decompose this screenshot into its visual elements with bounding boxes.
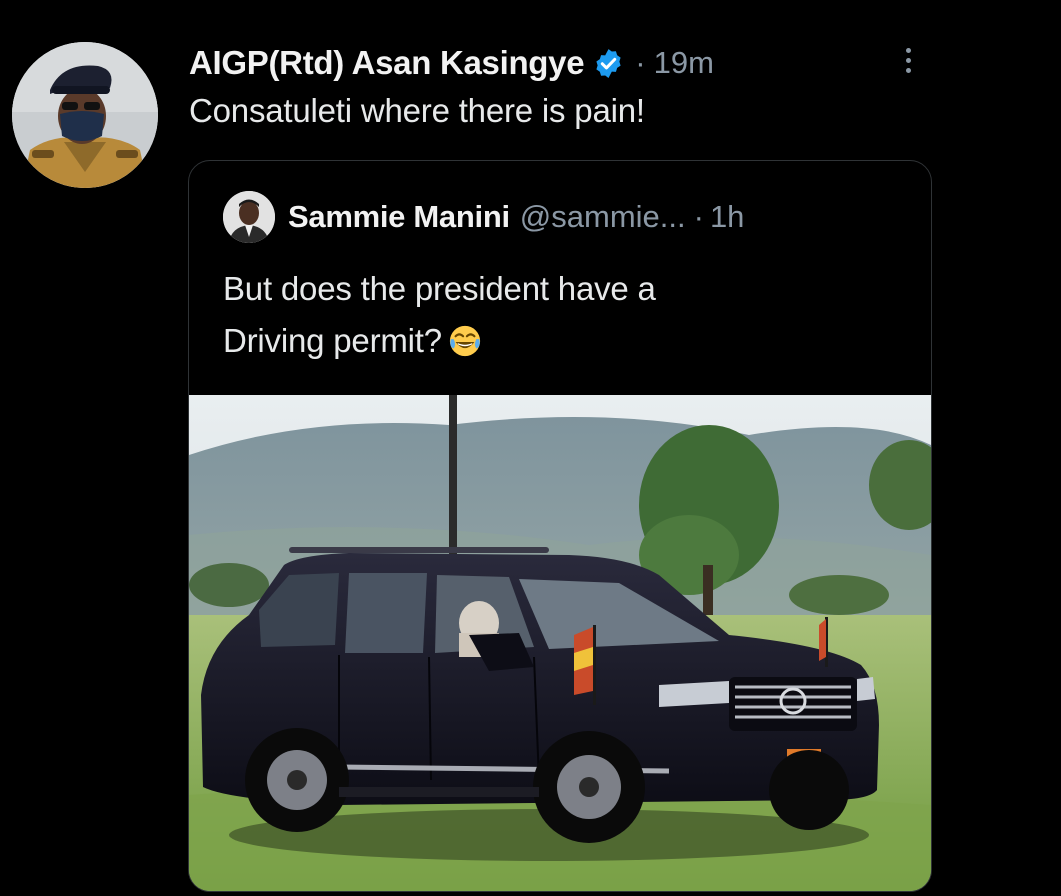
quoted-author-display-name[interactable]: Sammie Manini	[288, 199, 510, 235]
verified-badge-icon	[596, 48, 621, 78]
quoted-tweet-text-line2-text: Driving permit?	[223, 322, 442, 359]
quoted-tweet-timestamp[interactable]: 1h	[710, 199, 744, 235]
quoted-author-avatar-image	[223, 191, 275, 243]
quoted-header-separator: ·	[693, 199, 704, 234]
tweet-text: Consatuleti where there is pain!	[189, 92, 645, 129]
quoted-tweet-media[interactable]	[189, 395, 931, 891]
more-vertical-icon[interactable]	[900, 44, 916, 80]
tweet-timestamp[interactable]: 19m	[654, 45, 714, 81]
quoted-tweet-card[interactable]: Sammie Manini @sammie... · 1h But does t…	[188, 160, 932, 892]
author-display-name[interactable]: AIGP(Rtd) Asan Kasingye	[189, 44, 585, 82]
author-avatar[interactable]	[12, 42, 158, 188]
quoted-author-avatar[interactable]	[223, 191, 275, 243]
quoted-tweet-text-line2: Driving permit?	[223, 315, 903, 367]
suv-photo	[189, 395, 931, 891]
tweet[interactable]: AIGP(Rtd) Asan Kasingye · 19m Consatulet…	[0, 0, 1061, 896]
header-separator: ·	[635, 45, 646, 80]
quoted-tweet-text-line1: But does the president have a	[223, 270, 656, 307]
author-avatar-image	[12, 42, 158, 188]
tweet-header: AIGP(Rtd) Asan Kasingye · 19m	[189, 38, 714, 88]
quoted-author-handle[interactable]: @sammie...	[520, 199, 686, 235]
face-with-tears-of-joy-icon	[449, 325, 481, 357]
quoted-tweet-header: Sammie Manini @sammie... · 1h	[288, 195, 744, 239]
quoted-tweet-text: But does the president have a Driving pe…	[223, 263, 903, 367]
